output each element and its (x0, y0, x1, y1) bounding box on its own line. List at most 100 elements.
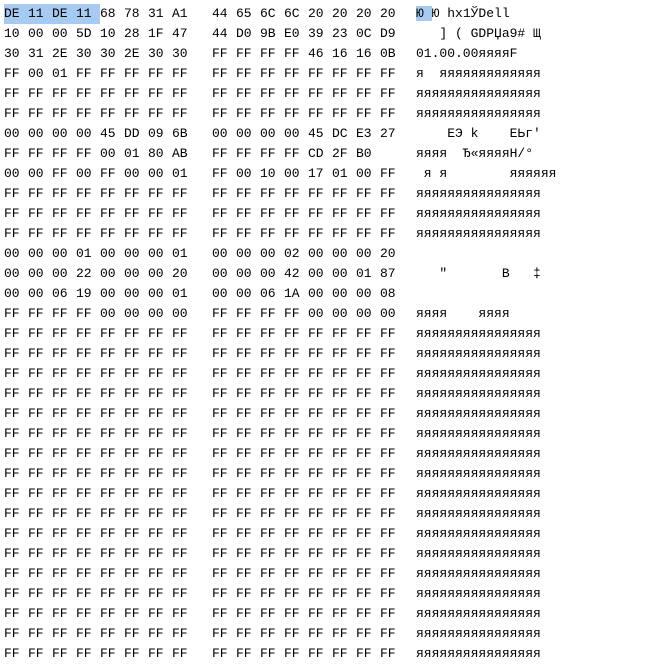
hex-byte[interactable]: FF (148, 524, 172, 544)
hex-byte[interactable]: FF (100, 484, 124, 504)
ascii-text[interactable]: яяяяяяяяяяяяяяяя (416, 226, 541, 241)
hex-byte[interactable]: FF (308, 344, 332, 364)
hex-byte[interactable]: E0 (284, 24, 308, 44)
hex-byte[interactable]: 00 (28, 64, 52, 84)
ascii-text[interactable]: яяяяяяяяяяяяяяяя (416, 506, 541, 521)
hex-byte[interactable]: FF (212, 184, 236, 204)
ascii-row[interactable]: яяяяяяяяяяяяяяяя (416, 504, 556, 524)
hex-row[interactable]: FFFFFFFFFFFFFFFFFFFFFFFFFFFFFFFF (4, 364, 404, 384)
hex-byte[interactable]: FF (236, 584, 260, 604)
hex-byte[interactable]: FF (212, 84, 236, 104)
hex-byte[interactable]: 20 (172, 264, 196, 284)
hex-byte[interactable]: FF (356, 64, 380, 84)
hex-byte[interactable]: FF (4, 504, 28, 524)
hex-byte[interactable]: FF (308, 604, 332, 624)
hex-byte[interactable]: FF (284, 344, 308, 364)
hex-byte[interactable]: 01 (172, 284, 196, 304)
hex-byte[interactable]: FF (76, 224, 100, 244)
hex-byte[interactable]: FF (356, 584, 380, 604)
ascii-row[interactable]: яяяяяяяяяяяяяяяя (416, 644, 556, 664)
hex-byte[interactable]: FF (308, 324, 332, 344)
hex-byte[interactable]: DC (332, 124, 356, 144)
hex-byte[interactable]: FF (172, 344, 196, 364)
hex-byte[interactable]: FF (52, 104, 76, 124)
hex-byte[interactable]: 00 (124, 164, 148, 184)
ascii-text[interactable]: яяяяяяяяяяяяяяяя (416, 366, 541, 381)
hex-byte[interactable]: FF (356, 404, 380, 424)
hex-byte[interactable]: 00 (172, 304, 196, 324)
hex-byte[interactable]: FF (260, 344, 284, 364)
ascii-row[interactable]: " В ‡ (416, 264, 556, 284)
hex-byte[interactable]: 00 (332, 244, 356, 264)
hex-byte[interactable]: 00 (28, 264, 52, 284)
hex-row[interactable]: FFFFFFFFFFFFFFFFFFFFFFFFFFFFFFFF (4, 344, 404, 364)
ascii-text[interactable]: яяяяяяяяяяяяяяяя (416, 446, 541, 461)
hex-byte[interactable]: FF (52, 464, 76, 484)
hex-byte[interactable]: FF (4, 584, 28, 604)
hex-byte[interactable]: FF (4, 104, 28, 124)
hex-byte[interactable]: FF (284, 44, 308, 64)
hex-byte[interactable]: FF (100, 524, 124, 544)
hex-byte[interactable]: FF (76, 104, 100, 124)
hex-byte[interactable]: FF (380, 484, 404, 504)
hex-byte[interactable]: 00 (52, 264, 76, 284)
hex-byte[interactable]: FF (332, 64, 356, 84)
hex-byte[interactable]: 2F (332, 144, 356, 164)
hex-byte[interactable]: FF (28, 444, 52, 464)
hex-byte[interactable]: FF (28, 84, 52, 104)
hex-byte[interactable]: FF (236, 464, 260, 484)
hex-byte[interactable]: FF (148, 444, 172, 464)
hex-byte[interactable]: FF (148, 404, 172, 424)
hex-byte[interactable]: FF (4, 304, 28, 324)
hex-byte[interactable]: FF (52, 444, 76, 464)
hex-row[interactable]: FFFFFFFFFFFFFFFFFFFFFFFFFFFFFFFF (4, 624, 404, 644)
ascii-text[interactable]: ЕЭ k ЕЬг' (416, 126, 541, 141)
hex-byte[interactable]: FF (172, 424, 196, 444)
hex-byte[interactable]: 00 (308, 244, 332, 264)
hex-row[interactable]: FFFFFFFF000180ABFFFFFFFFCD2FB0 (4, 144, 404, 164)
hex-byte[interactable]: FF (212, 404, 236, 424)
hex-byte[interactable]: FF (4, 644, 28, 664)
hex-row[interactable]: 0000FF00FF000001FF001000170100FF (4, 164, 404, 184)
hex-byte[interactable]: FF (148, 104, 172, 124)
hex-byte[interactable]: FF (76, 384, 100, 404)
hex-byte[interactable]: 11 (28, 4, 52, 24)
hex-byte[interactable]: 00 (356, 304, 380, 324)
ascii-text[interactable]: яяяяяяяяяяяяяяяя (416, 186, 541, 201)
hex-byte[interactable]: FF (308, 64, 332, 84)
hex-byte[interactable]: FF (172, 224, 196, 244)
ascii-text[interactable]: яяяя Ђ«яяяяН/° (416, 146, 541, 161)
hex-byte[interactable]: 00 (148, 264, 172, 284)
ascii-text[interactable]: 01.00.00яяяяF (416, 46, 541, 61)
hex-byte[interactable]: FF (28, 304, 52, 324)
hex-byte[interactable]: D9 (380, 24, 404, 44)
hex-byte[interactable]: 00 (100, 144, 124, 164)
ascii-text[interactable]: яяяяяяяяяяяяяяяя (416, 566, 541, 581)
hex-byte[interactable]: FF (332, 324, 356, 344)
hex-byte[interactable]: 30 (100, 44, 124, 64)
hex-byte[interactable]: FF (100, 324, 124, 344)
hex-byte[interactable]: 78 (124, 4, 148, 24)
ascii-text[interactable]: яяяяяяяяяяяяяяяя (416, 546, 541, 561)
hex-byte[interactable]: 44 (212, 24, 236, 44)
hex-byte[interactable]: 00 (356, 284, 380, 304)
hex-byte[interactable]: 80 (148, 144, 172, 164)
ascii-row[interactable]: яяяяяяяяяяяяяяяя (416, 424, 556, 444)
hex-byte[interactable]: FF (332, 504, 356, 524)
hex-byte[interactable]: FF (380, 204, 404, 224)
hex-byte[interactable]: 00 (284, 124, 308, 144)
hex-byte[interactable]: 00 (124, 304, 148, 324)
hex-byte[interactable]: FF (76, 404, 100, 424)
hex-byte[interactable]: 68 (100, 4, 124, 24)
hex-byte[interactable]: FF (356, 344, 380, 364)
hex-byte[interactable]: FF (124, 584, 148, 604)
ascii-row[interactable]: я я яяяяяя (416, 164, 556, 184)
hex-byte[interactable]: FF (308, 224, 332, 244)
hex-byte[interactable]: 00 (308, 304, 332, 324)
hex-byte[interactable]: E3 (356, 124, 380, 144)
hex-byte[interactable]: FF (212, 384, 236, 404)
hex-byte[interactable]: FF (52, 384, 76, 404)
hex-byte[interactable]: FF (308, 564, 332, 584)
hex-row[interactable]: 00000001000000010000000200000020 (4, 244, 404, 264)
hex-byte[interactable]: FF (284, 204, 308, 224)
